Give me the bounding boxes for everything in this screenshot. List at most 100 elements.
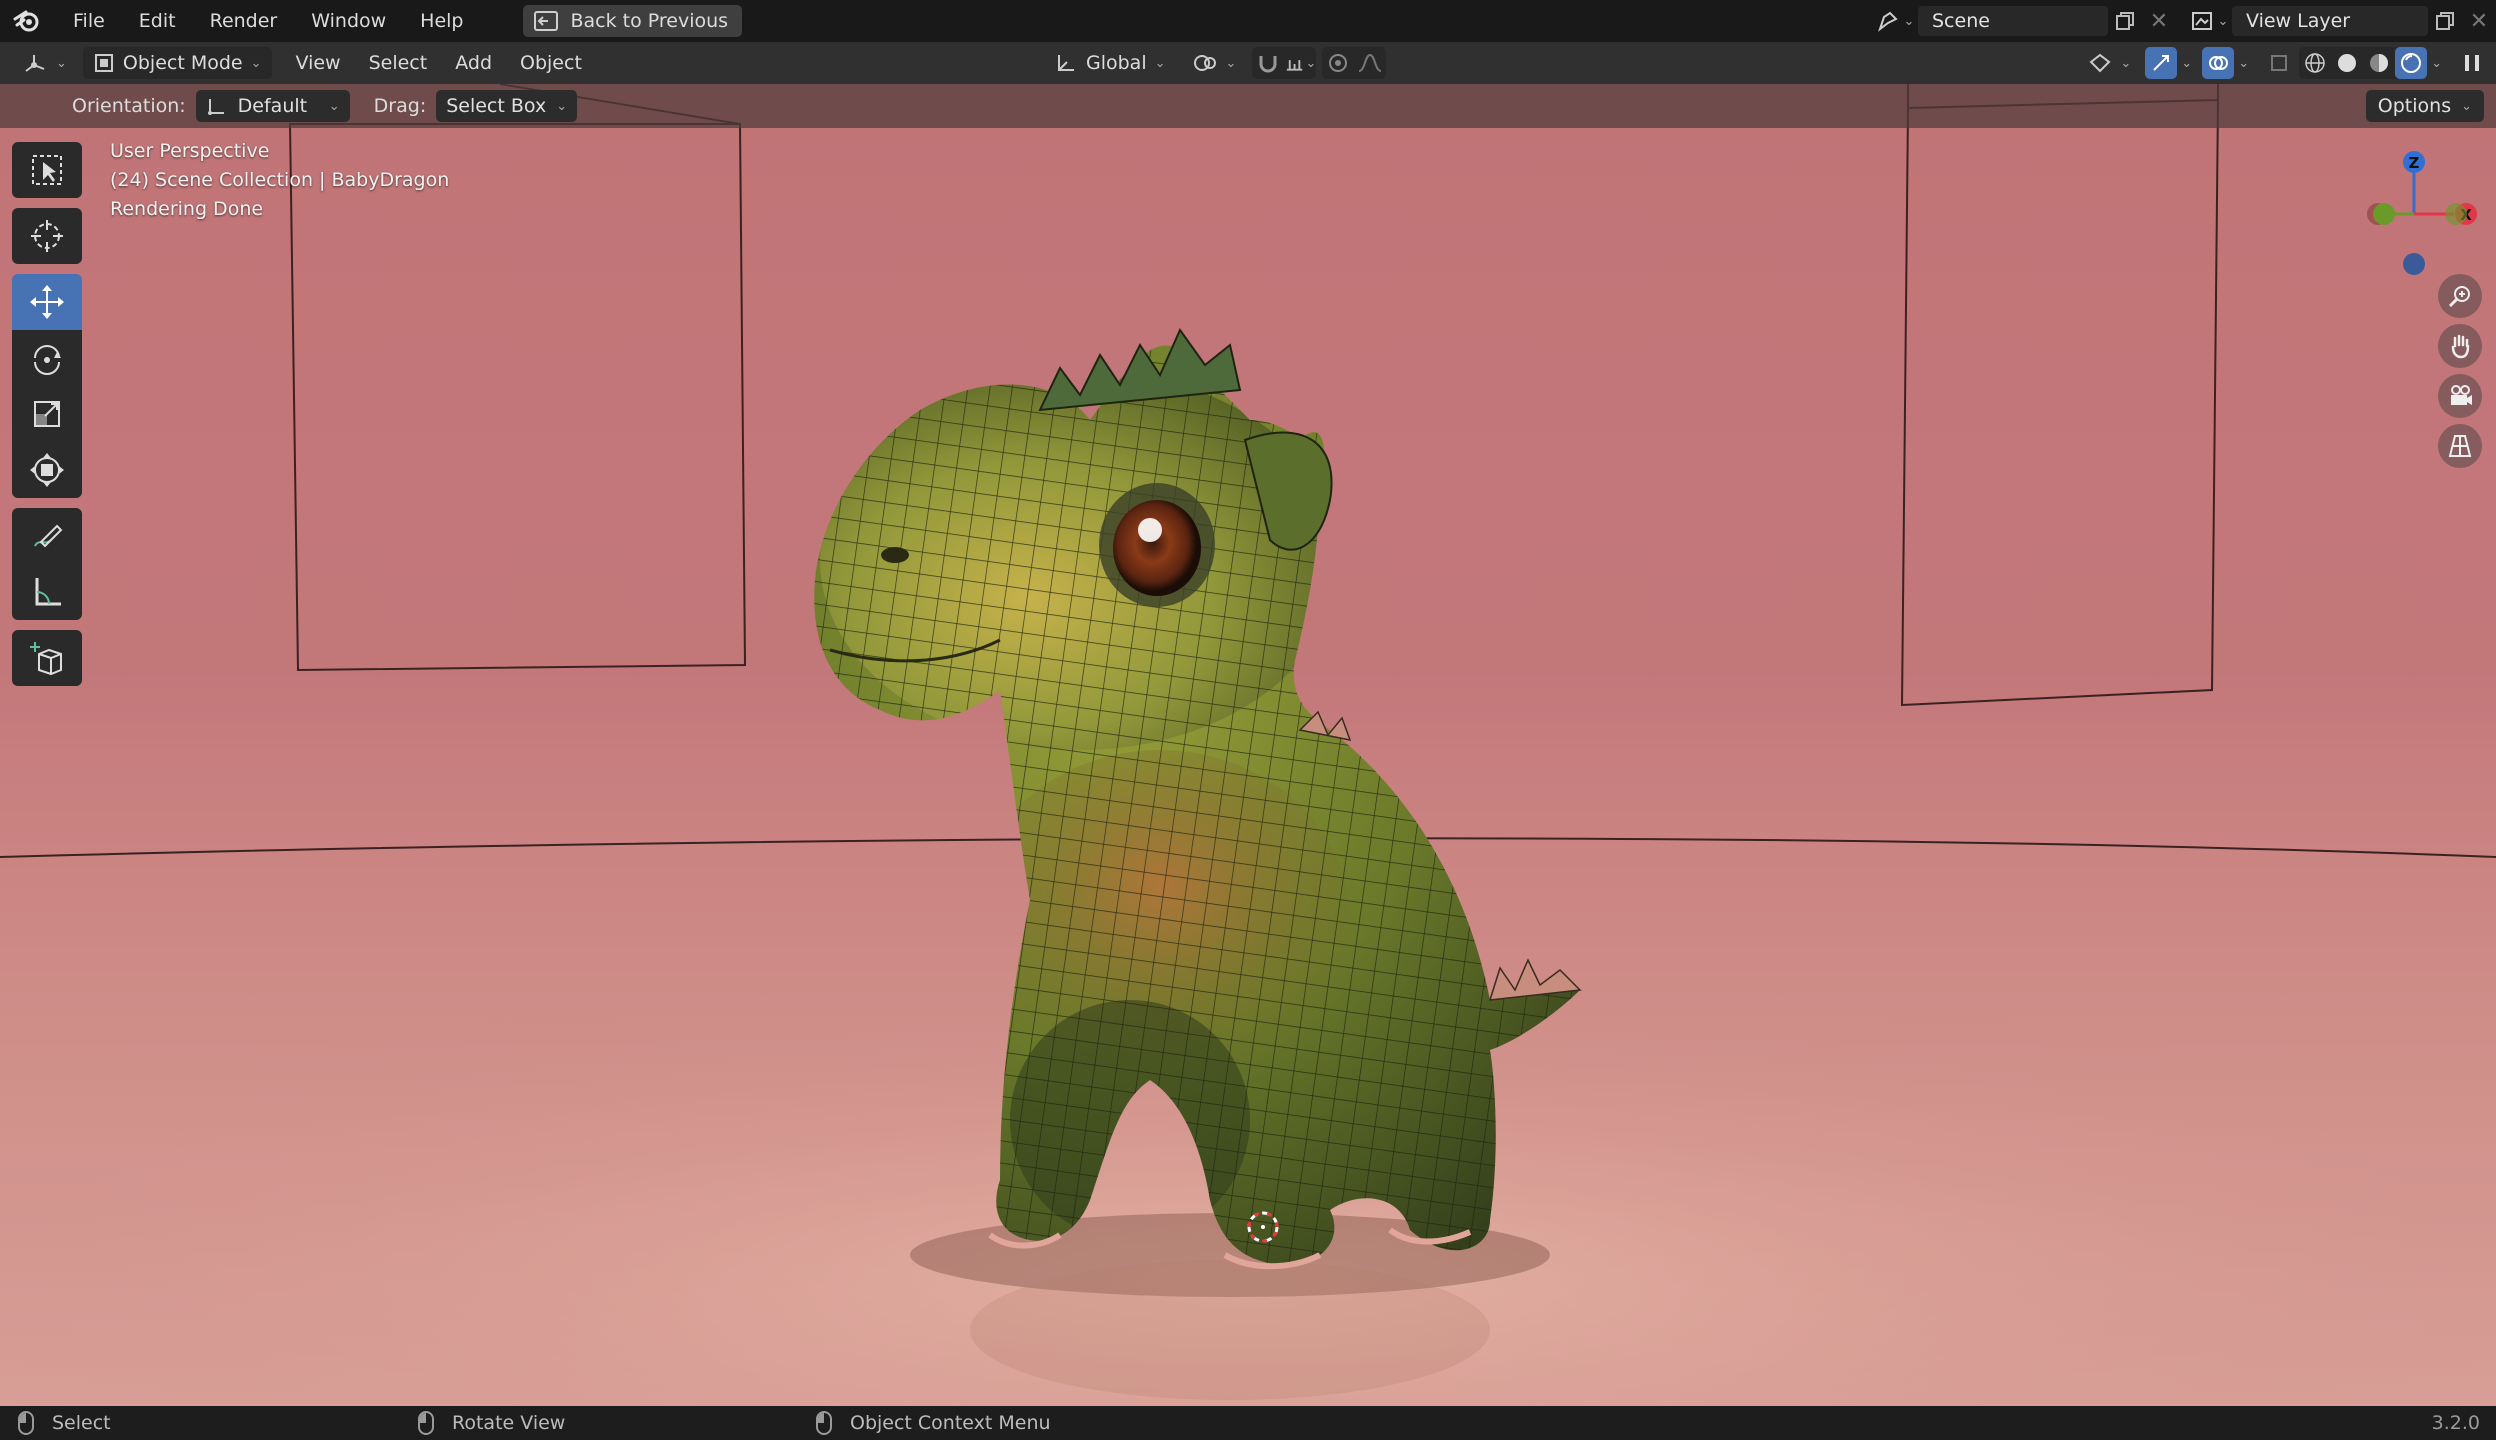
snap-target-dropdown[interactable]: ⌄ [1284, 47, 1316, 79]
transform-orientation-dropdown[interactable]: Global ⌄ [1044, 47, 1176, 79]
menu-file[interactable]: File [56, 0, 122, 42]
pivot-point-icon [1193, 55, 1216, 71]
transform-controls: Global ⌄ ⌄ ⌄ [1044, 42, 1387, 84]
proportional-edit-icon [1329, 54, 1348, 72]
editor-type-dropdown[interactable]: ⌄ [12, 47, 77, 79]
version-label: 3.2.0 [2431, 1412, 2480, 1434]
orientation-dropdown[interactable]: Default ⌄ [195, 90, 350, 122]
tool-annotate[interactable] [12, 508, 82, 564]
delete-view-layer-button[interactable]: ✕ [2462, 6, 2496, 36]
options-dropdown[interactable]: Options ⌄ [2365, 90, 2484, 122]
pause-icon [2465, 55, 2479, 71]
navigation-gizmo[interactable]: Z X [2340, 134, 2490, 284]
menu-select[interactable]: Select [355, 42, 442, 84]
tool-settings-bar: Orientation: Default ⌄ Drag: Select Box … [0, 84, 2496, 128]
gizmo-neg-x-axis[interactable] [2445, 203, 2467, 225]
shading-options-chevron-icon[interactable]: ⌄ [2431, 56, 2442, 71]
snap-increment-icon [1287, 60, 1303, 71]
pause-render-button[interactable] [2456, 47, 2488, 79]
menu-window[interactable]: Window [294, 0, 403, 42]
blender-logo-icon[interactable] [12, 6, 42, 36]
delete-scene-button[interactable]: ✕ [2142, 6, 2176, 36]
xray-toggle[interactable] [2263, 47, 2295, 79]
back-to-previous-button[interactable]: Back to Previous [522, 5, 743, 37]
close-icon: ✕ [2469, 8, 2489, 34]
proportional-editing-toggle[interactable] [1322, 47, 1354, 79]
wireframe-sphere-icon [2305, 53, 2325, 73]
scene-name-field[interactable]: Scene [1918, 6, 2108, 36]
viewport-render-status-text: Rendering Done [110, 198, 264, 220]
tool-measure[interactable] [12, 564, 82, 620]
gizmo-neg-z-axis[interactable] [2403, 253, 2425, 275]
viewport-display-controls: ⌄ ⌄ ⌄ ⌄ [2078, 42, 2488, 84]
view-layer-name: View Layer [2246, 10, 2351, 32]
zoom-view-button[interactable] [2438, 274, 2482, 318]
new-scene-button[interactable] [2108, 6, 2142, 36]
tool-move[interactable] [12, 274, 82, 330]
move-arrows-icon [30, 285, 64, 319]
gizmo-z-label: Z [2409, 154, 2420, 172]
tool-select-box[interactable] [12, 142, 82, 198]
object-mode-dropdown[interactable]: Object Mode ⌄ [82, 47, 272, 79]
drag-label: Drag: [373, 95, 427, 117]
solid-sphere-icon [2338, 54, 2357, 72]
chevron-down-icon: ⌄ [2461, 98, 2472, 114]
drag-dropdown[interactable]: Select Box ⌄ [436, 90, 578, 122]
orientation-global-icon [1058, 55, 1074, 71]
menu-view[interactable]: View [282, 42, 355, 84]
chevron-down-icon: ⌄ [328, 98, 340, 114]
menu-object[interactable]: Object [506, 42, 596, 84]
tool-transform[interactable] [12, 442, 82, 498]
left-mouse-icon [18, 1411, 34, 1435]
pivot-point-dropdown[interactable]: ⌄ [1182, 47, 1247, 79]
gizmo-options-chevron-icon[interactable]: ⌄ [2181, 56, 2192, 71]
tool-rotate[interactable] [12, 330, 82, 386]
menu-help[interactable]: Help [403, 0, 480, 42]
3d-viewport[interactable]: Orientation: Default ⌄ Drag: Select Box … [0, 84, 2496, 1406]
shading-material-button[interactable] [2363, 47, 2395, 79]
3d-viewport-icon [25, 55, 45, 72]
render-scene[interactable] [0, 84, 2496, 1406]
chevron-down-icon: ⌄ [250, 55, 262, 71]
shading-wireframe-button[interactable] [2299, 47, 2331, 79]
show-overlays-toggle[interactable] [2202, 47, 2235, 79]
material-sphere-icon [2370, 54, 2389, 72]
proportional-falloff-dropdown[interactable] [1354, 47, 1386, 79]
scene-browse-dropdown[interactable]: ⌄ [1872, 4, 1918, 38]
shading-solid-button[interactable] [2331, 47, 2363, 79]
pan-view-button[interactable] [2438, 324, 2482, 368]
snap-toggle[interactable] [1252, 47, 1284, 79]
menu-render[interactable]: Render [193, 0, 295, 42]
gizmo-y-axis[interactable] [2373, 203, 2395, 225]
menu-edit[interactable]: Edit [122, 0, 193, 42]
status-rotate-text: Rotate View [452, 1412, 566, 1434]
drag-value: Select Box [446, 95, 547, 117]
camera-view-button[interactable] [2438, 374, 2482, 418]
scene-name: Scene [1932, 10, 1990, 32]
toggle-perspective-button[interactable] [2438, 424, 2482, 468]
chevron-down-icon: ⌄ [2120, 55, 2132, 71]
cursor-icon [31, 220, 63, 252]
tool-scale[interactable] [12, 386, 82, 442]
status-right-mouse-hint: Object Context Menu [816, 1411, 1051, 1435]
overlays-options-chevron-icon[interactable]: ⌄ [2238, 56, 2249, 71]
chevron-down-icon: ⌄ [1305, 55, 1317, 71]
shading-rendered-button[interactable] [2395, 47, 2428, 79]
transform-icon [30, 453, 64, 487]
view-layer-browse-dropdown[interactable]: ⌄ [2186, 4, 2232, 38]
annotate-pencil-icon [34, 524, 63, 548]
view-layer-name-field[interactable]: View Layer [2232, 6, 2428, 36]
status-left-mouse-hint: Select [18, 1411, 111, 1435]
orientation-label: Orientation: [72, 95, 186, 117]
back-window-icon [533, 11, 558, 31]
tool-add-cube[interactable] [12, 630, 82, 686]
viewport-collection-text: (24) Scene Collection | BabyDragon [110, 169, 450, 191]
new-view-layer-button[interactable] [2428, 6, 2462, 36]
object-visibility-dropdown[interactable]: ⌄ [2078, 47, 2141, 79]
measure-ruler-icon [35, 578, 61, 606]
perspective-grid-icon [2448, 435, 2472, 457]
tool-cursor[interactable] [12, 208, 82, 264]
show-gizmo-toggle[interactable] [2145, 47, 2178, 79]
orientation-value: Default [237, 95, 308, 117]
menu-add[interactable]: Add [441, 42, 506, 84]
